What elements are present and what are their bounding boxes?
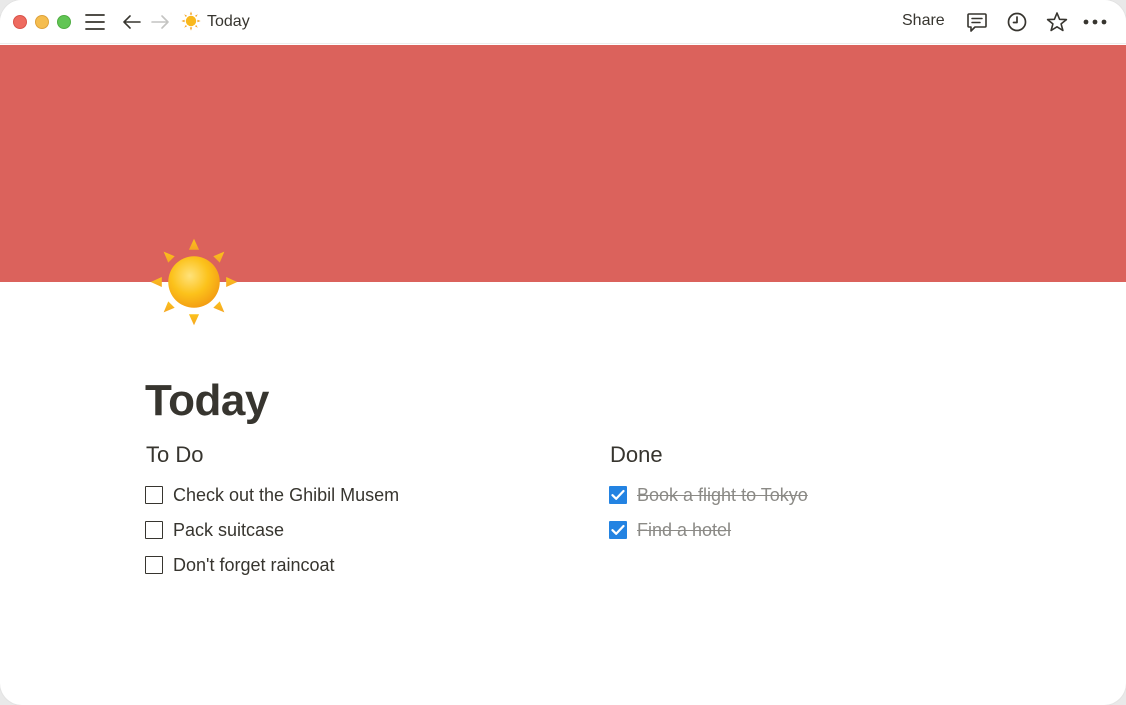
sun-icon [181,11,201,31]
done-checkbox[interactable] [609,521,627,539]
comment-icon[interactable] [965,10,989,34]
more-icon[interactable] [1083,10,1107,34]
todo-column-heading[interactable]: To Do [146,441,203,469]
share-button[interactable]: Share [902,11,945,31]
todo-checkbox[interactable] [145,486,163,504]
sidebar-menu-icon[interactable] [84,10,106,34]
checkmark-icon [611,489,625,500]
minimize-window-button[interactable] [35,15,49,29]
checkmark-icon [611,524,625,535]
sun-icon[interactable] [148,236,240,328]
done-column-heading[interactable]: Done [610,441,663,469]
todo-item: Don't forget raincoat [145,552,335,578]
todo-item-text[interactable]: Check out the Ghibil Musem [173,483,399,507]
breadcrumb-page-title[interactable]: Today [207,12,250,32]
page-title[interactable]: Today [145,374,269,428]
history-icon[interactable] [1005,10,1029,34]
todo-item-text[interactable]: Pack suitcase [173,518,284,542]
maximize-window-button[interactable] [57,15,71,29]
todo-checkbox[interactable] [145,556,163,574]
app-window: Today Share Today To Do Check out the Gh… [0,0,1126,705]
done-item-text[interactable]: Find a hotel [637,518,731,542]
back-arrow-icon[interactable] [121,10,143,34]
done-item: Book a flight to Tokyo [609,482,808,508]
done-checkbox[interactable] [609,486,627,504]
todo-checkbox[interactable] [145,521,163,539]
done-item: Find a hotel [609,517,731,543]
star-icon[interactable] [1045,10,1069,34]
done-item-text[interactable]: Book a flight to Tokyo [637,483,808,507]
close-window-button[interactable] [13,15,27,29]
todo-item: Pack suitcase [145,517,284,543]
todo-item-text[interactable]: Don't forget raincoat [173,553,335,577]
todo-item: Check out the Ghibil Musem [145,482,399,508]
title-bar: Today Share [0,0,1126,44]
forward-arrow-icon[interactable] [149,10,171,34]
